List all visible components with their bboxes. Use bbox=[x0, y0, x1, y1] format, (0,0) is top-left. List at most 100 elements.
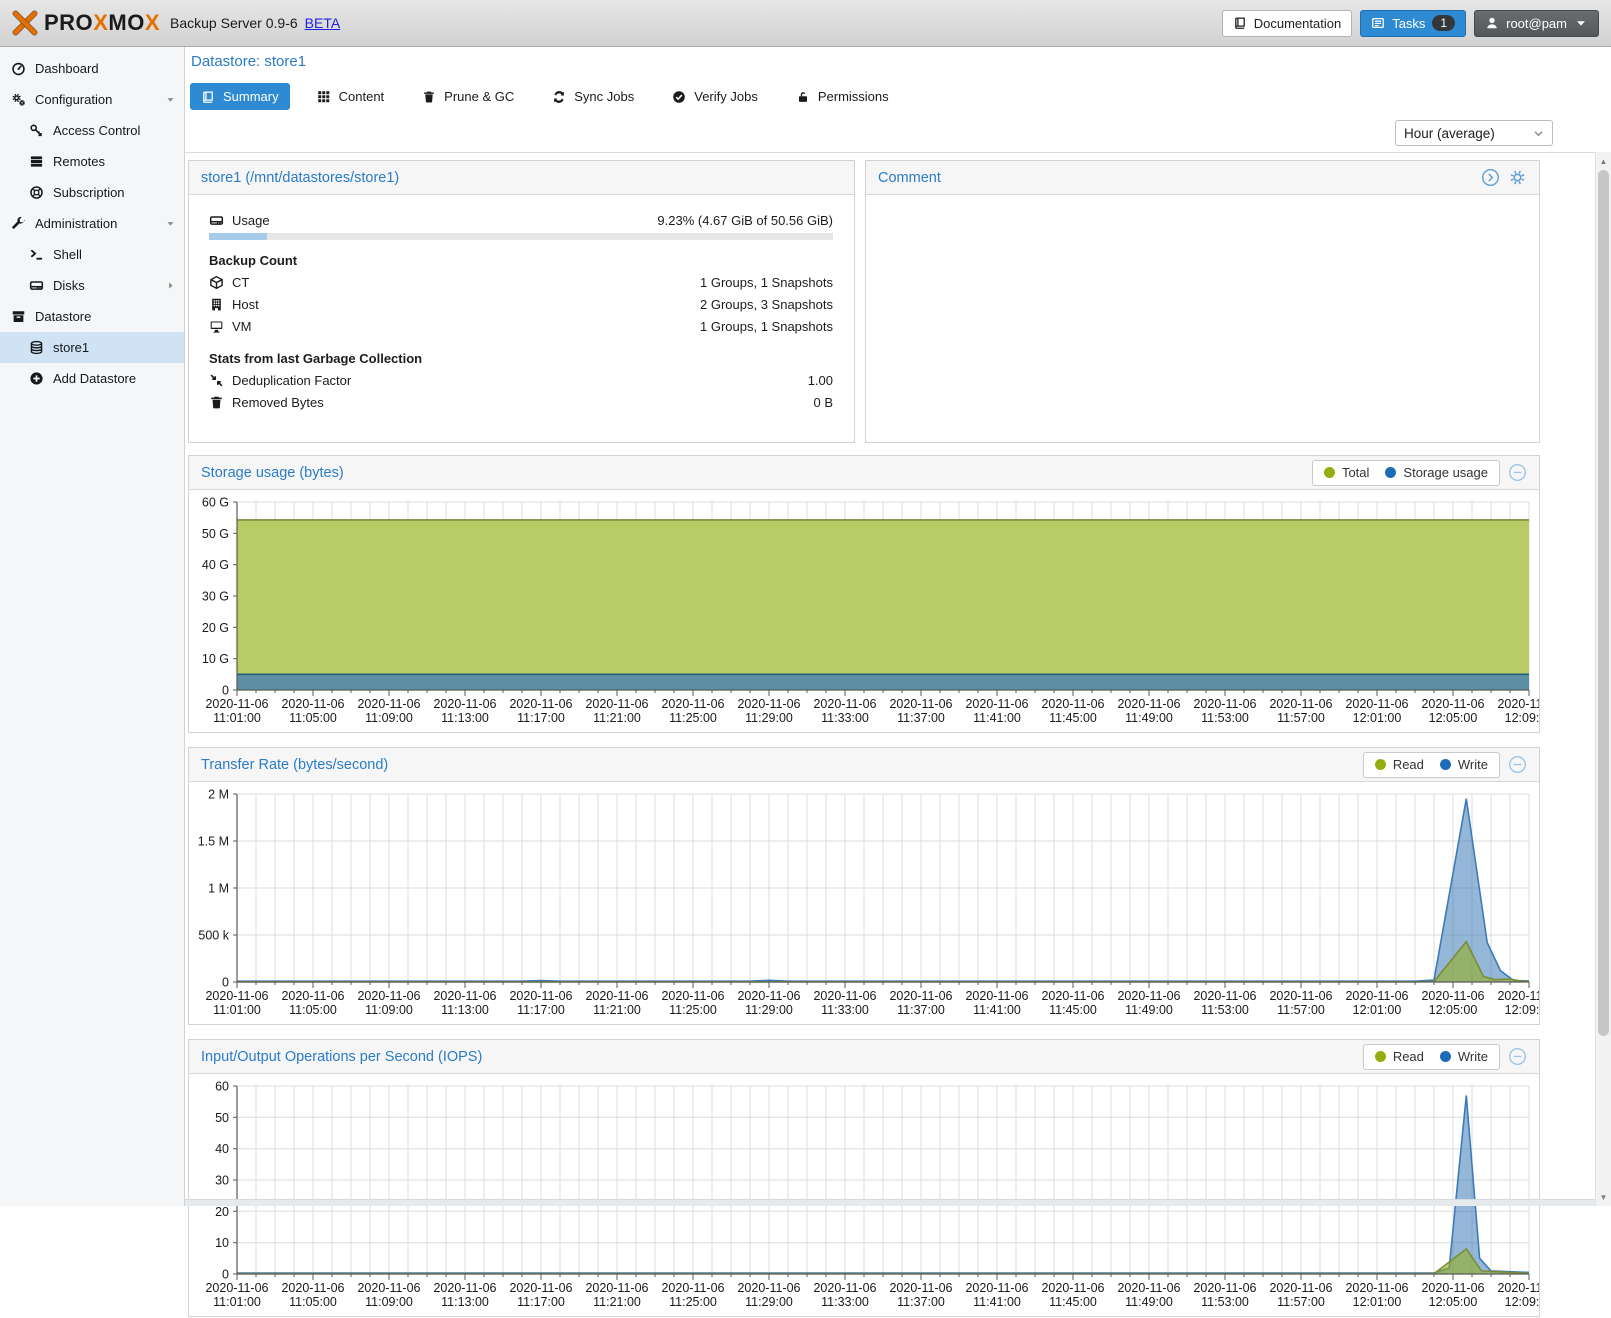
beta-link[interactable]: BETA bbox=[305, 15, 341, 31]
time-range-dropdown[interactable]: Hour (average) bbox=[1395, 120, 1553, 146]
legend-item-write[interactable]: Write bbox=[1440, 757, 1488, 772]
scroll-up-arrow[interactable]: ▲ bbox=[1596, 153, 1611, 169]
svg-text:2020-11-06: 2020-11-06 bbox=[509, 989, 572, 1003]
usage-row: Usage9.23% (4.67 GiB of 50.56 GiB) bbox=[209, 211, 833, 230]
scroll-down-arrow[interactable]: ▼ bbox=[1596, 1189, 1611, 1205]
svg-text:0: 0 bbox=[222, 1268, 229, 1282]
sidebar-item-shell[interactable]: Shell bbox=[0, 239, 184, 270]
tab-permissions[interactable]: Permissions bbox=[785, 83, 900, 110]
collapse-icon[interactable] bbox=[1508, 755, 1527, 774]
chevron-down-icon[interactable] bbox=[165, 94, 176, 105]
sidebar-item-administration[interactable]: Administration bbox=[0, 208, 184, 239]
svg-text:2020-11-06: 2020-11-06 bbox=[1041, 989, 1104, 1003]
sidebar-item-label: Subscription bbox=[53, 185, 125, 200]
svg-text:2020-11-06: 2020-11-06 bbox=[509, 697, 572, 711]
scrollbar-thumb[interactable] bbox=[1598, 170, 1609, 1036]
svg-text:11:25:00: 11:25:00 bbox=[669, 1295, 717, 1309]
legend-item-write[interactable]: Write bbox=[1440, 1049, 1488, 1064]
svg-text:11:01:00: 11:01:00 bbox=[213, 1295, 261, 1309]
sidebar-item-dashboard[interactable]: Dashboard bbox=[0, 53, 184, 84]
legend-item-storage-usage[interactable]: Storage usage bbox=[1385, 465, 1488, 480]
tab-sync-jobs[interactable]: Sync Jobs bbox=[541, 83, 645, 110]
dashboard-icon bbox=[11, 61, 27, 77]
legend-dot bbox=[1440, 759, 1451, 770]
tab-content[interactable]: Content bbox=[306, 83, 396, 110]
tab-verify-jobs[interactable]: Verify Jobs bbox=[661, 83, 769, 110]
svg-text:2020-11-06: 2020-11-06 bbox=[1041, 1281, 1104, 1295]
chart-canvas-wrap: 0500 k1 M1.5 M2 M2020-11-0611:01:002020-… bbox=[189, 782, 1539, 1026]
chevron-right-icon[interactable] bbox=[165, 280, 176, 291]
tab-summary[interactable]: Summary bbox=[190, 83, 290, 110]
svg-text:2020-11-06: 2020-11-06 bbox=[585, 989, 648, 1003]
sidebar-item-access-control[interactable]: Access Control bbox=[0, 115, 184, 146]
panel-title: Comment bbox=[878, 170, 941, 186]
svg-text:2020-11-06: 2020-11-06 bbox=[661, 697, 724, 711]
sidebar-item-label: Configuration bbox=[35, 92, 112, 107]
svg-text:2020-11-06: 2020-11-06 bbox=[585, 1281, 648, 1295]
legend-dot bbox=[1440, 1051, 1451, 1062]
compress-icon bbox=[209, 373, 224, 388]
svg-text:11:49:00: 11:49:00 bbox=[1125, 711, 1173, 725]
chart-canvas: 010 G20 G30 G40 G50 G60 G2020-11-0611:01… bbox=[189, 490, 1539, 734]
vertical-scrollbar[interactable]: ▲ ▼ bbox=[1595, 152, 1611, 1206]
documentation-button[interactable]: Documentation bbox=[1222, 10, 1352, 37]
svg-text:2020-11-06: 2020-11-06 bbox=[1497, 989, 1539, 1003]
tab-label: Prune & GC bbox=[444, 89, 514, 104]
row-label: Host bbox=[232, 297, 259, 312]
desktop-icon bbox=[209, 319, 224, 334]
tab-label: Verify Jobs bbox=[694, 89, 758, 104]
collapse-icon[interactable] bbox=[1508, 1047, 1527, 1066]
sidebar-item-disks[interactable]: Disks bbox=[0, 270, 184, 301]
svg-text:11:29:00: 11:29:00 bbox=[745, 1295, 793, 1309]
legend-item-total[interactable]: Total bbox=[1324, 465, 1369, 480]
svg-text:11:33:00: 11:33:00 bbox=[821, 1295, 869, 1309]
collapse-icon[interactable] bbox=[1508, 463, 1527, 482]
chart-canvas-wrap: 010 G20 G30 G40 G50 G60 G2020-11-0611:01… bbox=[189, 490, 1539, 734]
gear-icon[interactable] bbox=[1508, 168, 1527, 187]
sidebar-item-configuration[interactable]: Configuration bbox=[0, 84, 184, 115]
svg-text:11:53:00: 11:53:00 bbox=[1201, 1003, 1249, 1017]
disk-icon bbox=[209, 213, 224, 228]
section-heading: Stats from last Garbage Collection bbox=[209, 351, 833, 366]
comment-text bbox=[866, 195, 1539, 215]
sidebar-item-datastore[interactable]: Datastore bbox=[0, 301, 184, 332]
sidebar-item-subscription[interactable]: Subscription bbox=[0, 177, 184, 208]
legend-label: Write bbox=[1458, 757, 1488, 772]
svg-text:30 G: 30 G bbox=[202, 590, 229, 604]
legend-label: Write bbox=[1458, 1049, 1488, 1064]
sidebar-item-remotes[interactable]: Remotes bbox=[0, 146, 184, 177]
svg-text:11:37:00: 11:37:00 bbox=[897, 711, 945, 725]
chevron-down-icon[interactable] bbox=[165, 218, 176, 229]
svg-text:11:01:00: 11:01:00 bbox=[213, 711, 261, 725]
svg-text:11:13:00: 11:13:00 bbox=[441, 711, 489, 725]
row-label: Removed Bytes bbox=[232, 395, 324, 410]
tab-prune-gc[interactable]: Prune & GC bbox=[411, 83, 525, 110]
legend-dot bbox=[1375, 1051, 1386, 1062]
sync-icon bbox=[552, 90, 566, 104]
legend-item-read[interactable]: Read bbox=[1375, 1049, 1424, 1064]
main-header: Datastore: store1 SummaryContentPrune & … bbox=[185, 47, 1595, 153]
panel-title: store1 (/mnt/datastores/store1) bbox=[201, 170, 399, 186]
svg-text:11:53:00: 11:53:00 bbox=[1201, 711, 1249, 725]
svg-text:2020-11-06: 2020-11-06 bbox=[1421, 697, 1484, 711]
tasks-button[interactable]: Tasks 1 bbox=[1360, 10, 1466, 37]
svg-text:2020-11-06: 2020-11-06 bbox=[357, 989, 420, 1003]
user-menu-button[interactable]: root@pam bbox=[1474, 10, 1599, 37]
legend-label: Total bbox=[1342, 465, 1369, 480]
svg-text:11:41:00: 11:41:00 bbox=[973, 1003, 1021, 1017]
sidebar-item-add-datastore[interactable]: Add Datastore bbox=[0, 363, 184, 394]
chevron-down-icon bbox=[1533, 128, 1544, 139]
row-value: 1.00 bbox=[808, 373, 833, 388]
svg-text:11:05:00: 11:05:00 bbox=[289, 1003, 337, 1017]
sidebar-item-label: store1 bbox=[53, 340, 89, 355]
svg-text:11:57:00: 11:57:00 bbox=[1277, 1003, 1325, 1017]
sidebar-item-store1[interactable]: store1 bbox=[0, 332, 184, 363]
svg-text:11:13:00: 11:13:00 bbox=[441, 1003, 489, 1017]
check-icon bbox=[672, 90, 686, 104]
svg-text:11:09:00: 11:09:00 bbox=[365, 1295, 413, 1309]
edit-comment-icon[interactable] bbox=[1481, 168, 1500, 187]
legend-item-read[interactable]: Read bbox=[1375, 757, 1424, 772]
top-bar: PROXMOX Backup Server 0.9-6 BETA Documen… bbox=[0, 0, 1611, 47]
svg-text:2020-11-06: 2020-11-06 bbox=[1193, 697, 1256, 711]
svg-text:11:17:00: 11:17:00 bbox=[517, 711, 565, 725]
